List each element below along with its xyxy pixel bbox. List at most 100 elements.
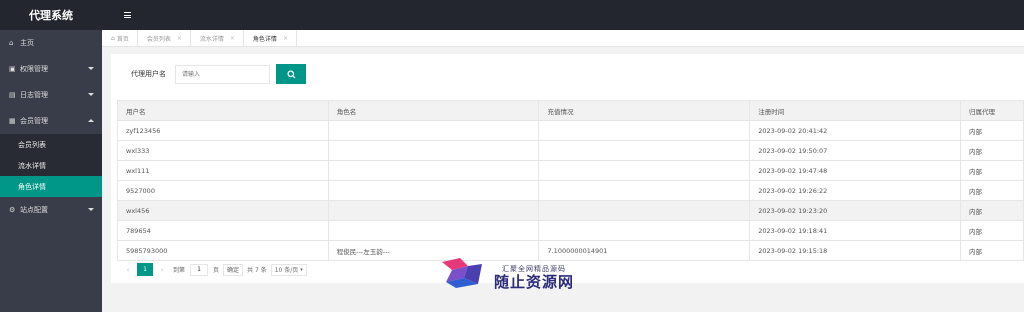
sidebar-item-label: 主页 [20,39,34,47]
home-icon: ⌂ [111,34,115,42]
cell-agent: 内部 [960,160,1024,181]
tab-role-detail[interactable]: 角色详情 × [244,30,297,46]
cell-username: 5985793000 [117,240,329,261]
sidebar-item-site-config[interactable]: ⚙ 站点配置 [0,197,102,223]
cell-reg-time: 2023-09-02 19:26:22 [749,180,962,201]
sidebar-item-label: 会员管理 [20,117,48,125]
sidebar: 代理系统 ⌂ 主页 ▣ 权限管理 ▤ 日志管理 ▦ 会员管理 会员列表 流水详情… [0,0,102,312]
close-icon[interactable]: × [177,35,182,42]
cell-agent: 内部 [960,240,1024,261]
menu-toggle-icon[interactable] [124,12,131,18]
chevron-left-icon[interactable]: ‹ [123,266,133,274]
search-icon [286,69,296,79]
page-size-select[interactable]: 10 条/页 ▾ [270,263,307,276]
table-row[interactable]: wxl456 2023-09-02 19:23:20 内部 [117,200,1024,221]
tab-label: 角色详情 [252,35,277,43]
chevron-right-icon[interactable]: › [157,266,167,274]
search-button[interactable] [276,64,306,84]
page-size-value: 10 条/页 [274,267,299,274]
goto-label: 到第 [173,267,186,274]
cell-recharge [538,140,751,161]
pagination: ‹ 1 › 到第 页 确定 共 7 条 10 条/页 ▾ [123,263,307,276]
search-bar: 代理用户名 [111,64,306,84]
app-title: 代理系统 [0,0,102,30]
cell-agent: 内部 [960,180,1024,201]
table-row[interactable]: 789654 2023-09-02 19:18:41 内部 [117,220,1024,241]
sidebar-item-label: 站点配置 [20,206,48,214]
top-header [102,0,1024,30]
cell-role [327,120,540,141]
chevron-down-icon [88,67,94,70]
close-icon[interactable]: × [230,35,235,42]
goto-page-input[interactable] [190,263,209,276]
cell-reg-time: 2023-09-02 19:23:20 [749,200,962,221]
cell-reg-time: 2023-09-02 20:41:42 [749,120,962,141]
tab-member-list[interactable]: 会员列表 × [138,30,191,46]
chevron-down-icon [88,208,94,211]
cell-role [327,160,540,181]
sidebar-item-home[interactable]: ⌂ 主页 [0,30,102,56]
column-header: 角色名 [327,100,540,121]
cell-username: wxl111 [117,160,329,181]
chevron-down-icon: ▾ [300,266,303,273]
sidebar-item-label: 日志管理 [20,91,48,99]
goto-confirm-button[interactable]: 确定 [223,263,244,276]
cell-recharge [538,180,751,201]
sidebar-item-log[interactable]: ▤ 日志管理 [0,82,102,108]
page-unit-label: 页 [213,267,220,274]
cell-username: wxl333 [117,140,329,161]
cell-username: zyf123456 [117,120,329,141]
sidebar-item-flow-detail[interactable]: 流水详情 [0,155,102,176]
table-row[interactable]: wxl111 2023-09-02 19:47:48 内部 [117,160,1024,181]
cell-recharge [538,160,751,181]
watermark-title: 随止资源网 [494,273,575,291]
permission-icon: ▣ [9,65,16,73]
cell-role [327,220,540,241]
cell-role [327,200,540,221]
cell-recharge [538,120,751,141]
tab-flow-detail[interactable]: 流水详情 × [191,30,244,46]
data-table: 用户名 角色名 充值情况 注册时间 归属代理 zyf123456 2023-09… [117,100,1024,261]
sidebar-item-role-detail[interactable]: 角色详情 [0,176,102,197]
page-button-current[interactable]: 1 [137,263,153,276]
watermark: 汇聚全网精品源码 随止资源网 [438,256,588,291]
search-label: 代理用户名 [131,70,166,78]
tab-label: 会员列表 [146,35,171,43]
log-icon: ▤ [9,91,16,99]
chevron-down-icon [88,93,94,96]
close-icon[interactable]: × [283,35,288,42]
member-submenu: 会员列表 流水详情 角色详情 [0,134,102,197]
total-count: 共 7 条 [247,267,267,274]
cell-username: 789654 [117,220,329,241]
sidebar-item-label: 权限管理 [20,65,48,73]
cell-username: 9527000 [117,180,329,201]
column-header: 用户名 [117,100,329,121]
table-header-row: 用户名 角色名 充值情况 注册时间 归属代理 [117,100,1024,121]
cell-reg-time: 2023-09-02 19:50:07 [749,140,962,161]
sidebar-item-member-list[interactable]: 会员列表 [0,134,102,155]
cell-recharge [538,200,751,221]
sidebar-item-permission[interactable]: ▣ 权限管理 [0,56,102,82]
cell-reg-time: 2023-09-02 19:47:48 [749,160,962,181]
chevron-up-icon [88,119,94,122]
cell-agent: 内部 [960,140,1024,161]
cell-role [327,180,540,201]
table-row[interactable]: 9527000 2023-09-02 19:26:22 内部 [117,180,1024,201]
cell-role [327,140,540,161]
sidebar-item-member[interactable]: ▦ 会员管理 [0,108,102,134]
tab-bar: ⌂ 首页 会员列表 × 流水详情 × 角色详情 × [102,30,1024,47]
column-header: 充值情况 [538,100,751,121]
search-input[interactable] [175,64,270,84]
column-header: 注册时间 [749,100,962,121]
tab-home[interactable]: ⌂ 首页 [102,30,138,46]
column-header: 归属代理 [960,100,1024,121]
table-row[interactable]: wxl333 2023-09-02 19:50:07 内部 [117,140,1024,161]
cell-reg-time: 2023-09-02 19:18:41 [749,220,962,241]
tab-label: 首页 [116,35,129,43]
member-icon: ▦ [9,117,16,125]
tab-label: 流水详情 [199,35,224,43]
table-row[interactable]: zyf123456 2023-09-02 20:41:42 内部 [117,120,1024,141]
cell-username: wxl456 [117,200,329,221]
cell-recharge [538,220,751,241]
main-panel: 代理用户名 用户名 角色名 充值情况 注册时间 归属代理 zyf123456 [111,54,1024,283]
